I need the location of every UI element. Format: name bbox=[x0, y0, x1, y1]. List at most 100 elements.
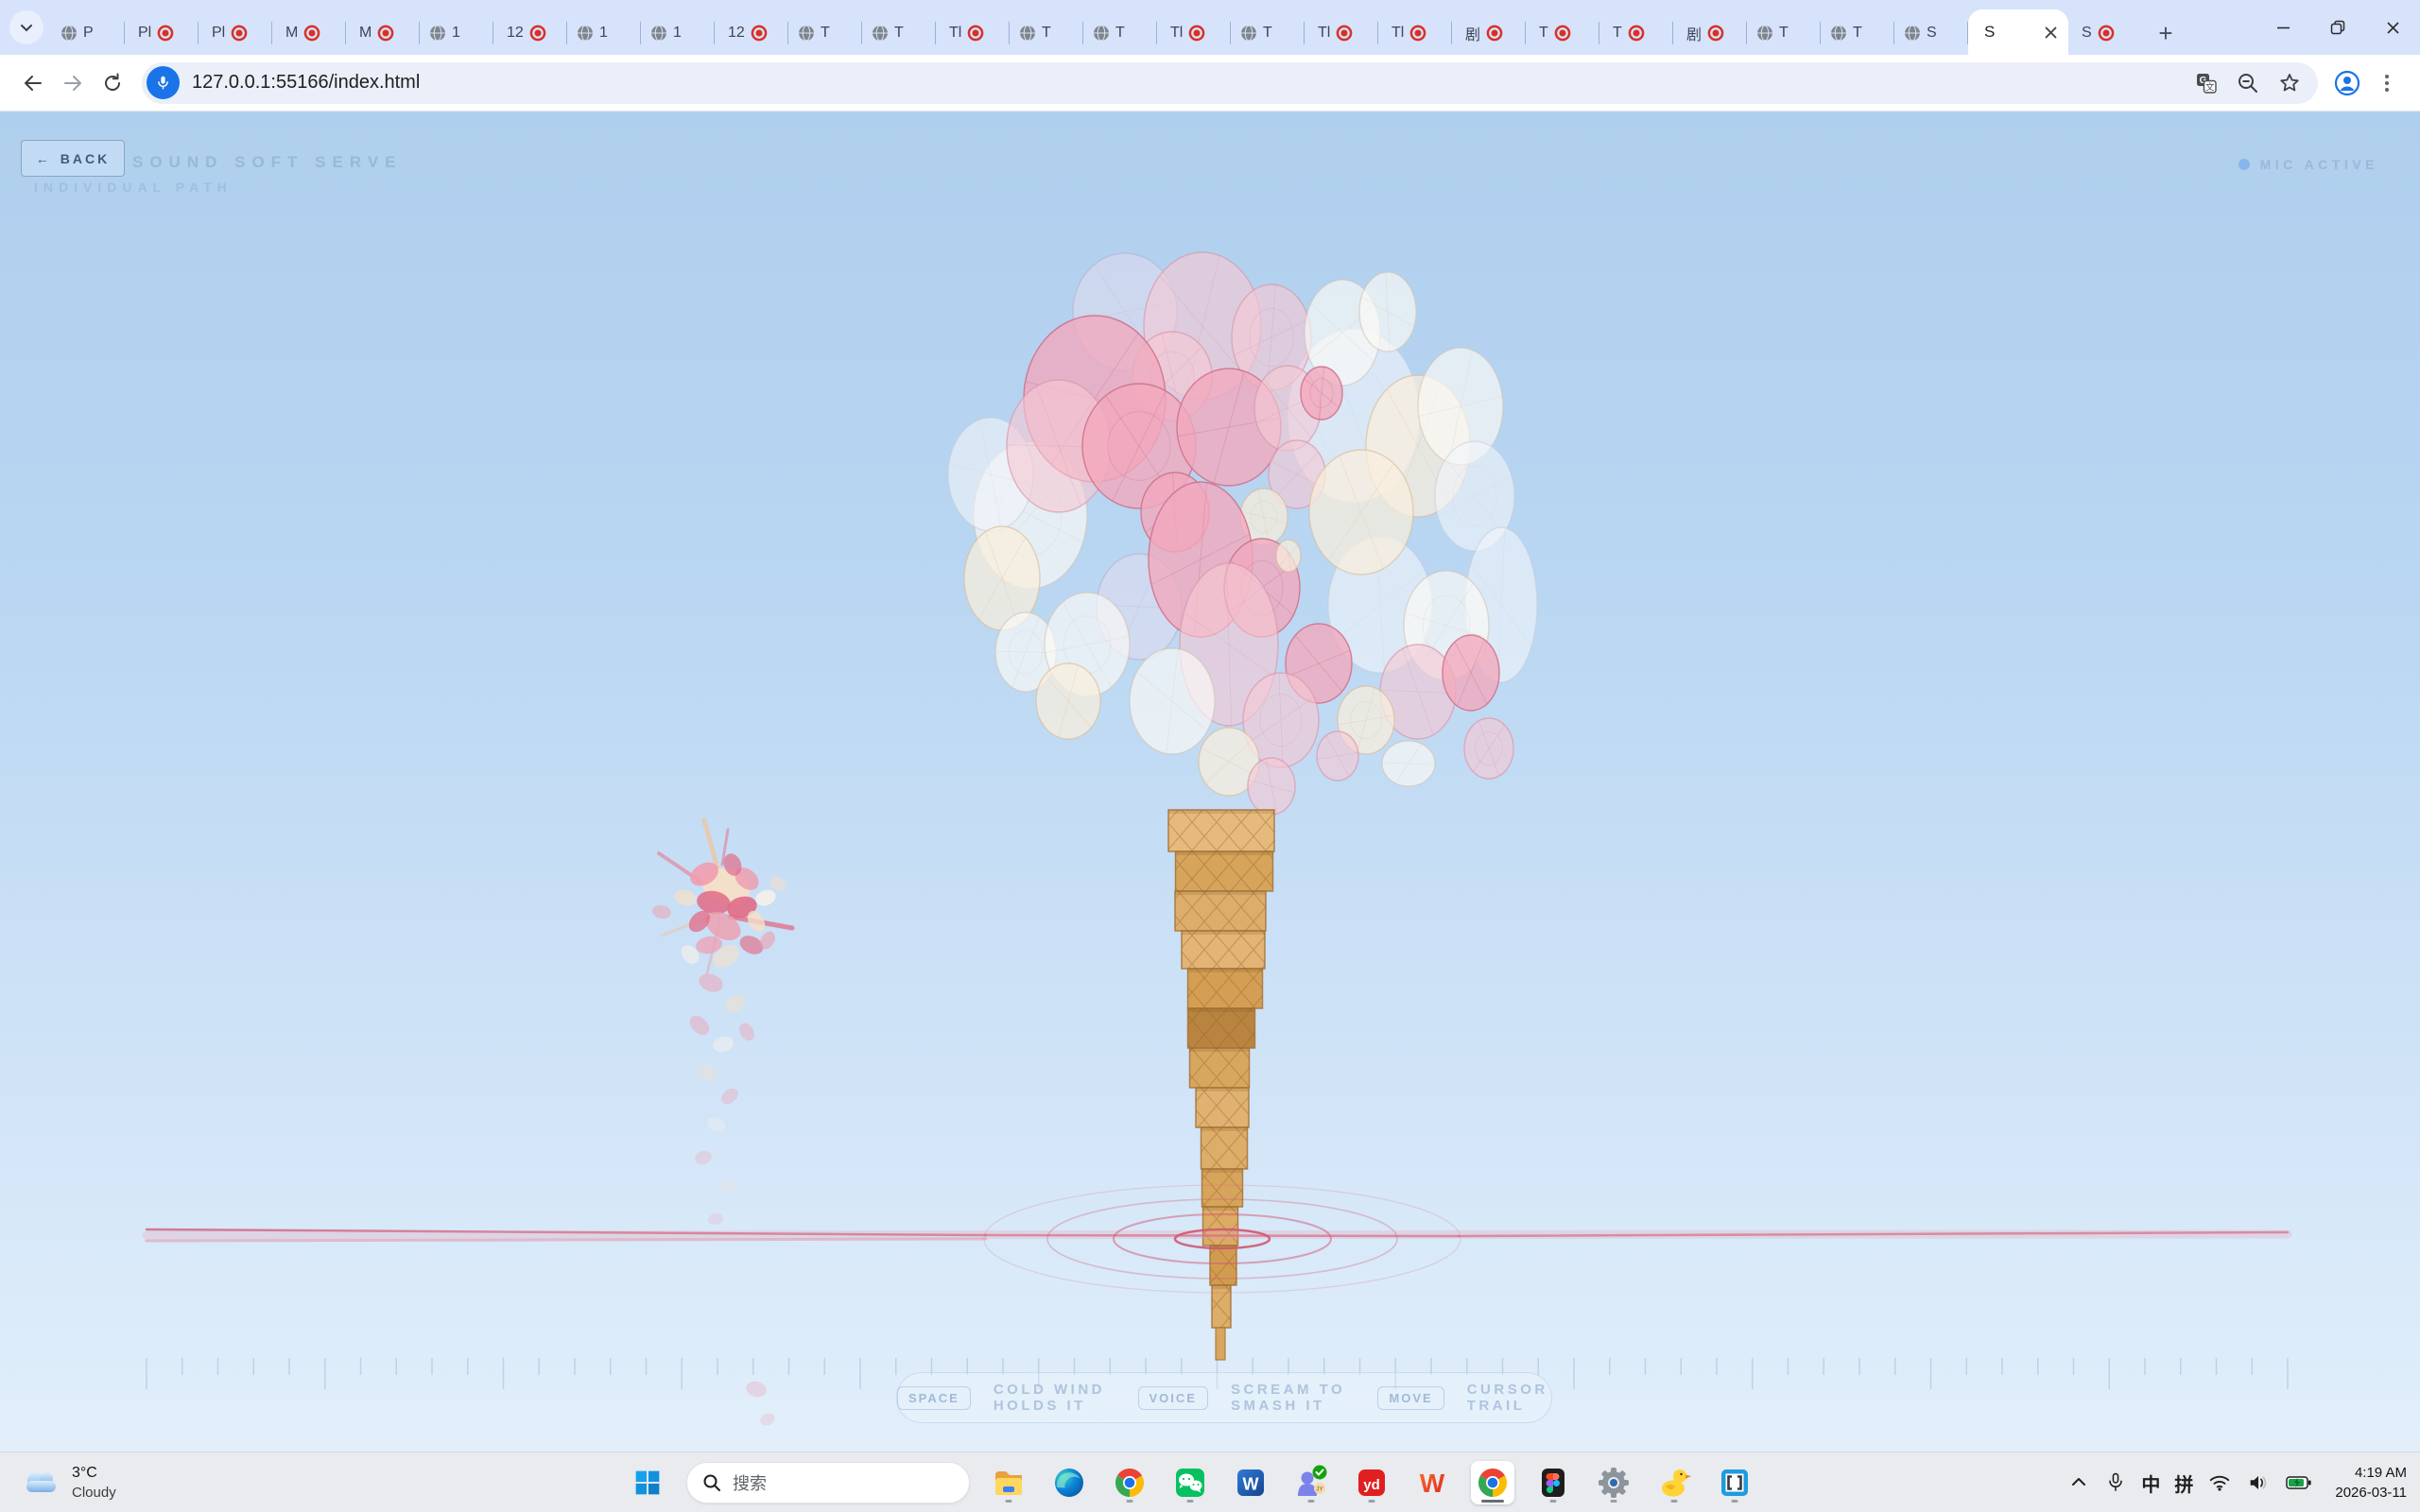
new-tab-button[interactable]: + bbox=[2150, 17, 2182, 49]
youdao-dict-icon: yd bbox=[1353, 1464, 1391, 1502]
taskbar-app-figma[interactable] bbox=[1531, 1461, 1575, 1504]
taskbar-app-word[interactable]: W bbox=[1229, 1461, 1272, 1504]
soft-serve-3d-scene-canvas[interactable] bbox=[0, 112, 2420, 1452]
browser-tab[interactable]: T bbox=[1231, 11, 1305, 55]
browser-tab[interactable]: T bbox=[1083, 11, 1157, 55]
browser-tab[interactable]: M bbox=[346, 11, 420, 55]
browser-tab[interactable]: Tl bbox=[1378, 11, 1452, 55]
browser-tab[interactable]: 剧 bbox=[1452, 11, 1526, 55]
reload-button[interactable] bbox=[93, 63, 132, 103]
back-arrow-icon: ← bbox=[36, 151, 52, 166]
site-mic-permission-indicator[interactable] bbox=[147, 66, 180, 99]
globe-favicon-icon bbox=[428, 24, 447, 43]
avatar-icon bbox=[2334, 70, 2360, 96]
record-favicon-icon bbox=[750, 24, 769, 43]
browser-tab[interactable]: P bbox=[51, 11, 125, 55]
browser-tab-active[interactable]: S bbox=[1968, 9, 2068, 55]
globe-favicon-icon bbox=[1903, 24, 1922, 43]
globe-favicon-icon bbox=[797, 24, 816, 43]
ime-mode-button[interactable]: 拼 bbox=[2174, 1469, 2193, 1497]
browser-tab[interactable]: S bbox=[2068, 11, 2142, 55]
svg-text:W: W bbox=[1243, 1475, 1259, 1494]
browser-tab[interactable]: Pl bbox=[199, 11, 272, 55]
browser-tab[interactable]: Pl bbox=[125, 11, 199, 55]
record-favicon-icon bbox=[1553, 24, 1572, 43]
browser-tab[interactable]: 剧 bbox=[1673, 11, 1747, 55]
taskbar-clock[interactable]: 4:19 AM 2026-03-11 bbox=[2335, 1463, 2407, 1503]
browser-toolbar: 127.0.0.1:55166/index.html G文 bbox=[0, 55, 2420, 112]
volume-button[interactable] bbox=[2246, 1470, 2271, 1495]
address-bar[interactable]: 127.0.0.1:55166/index.html G文 bbox=[142, 62, 2318, 104]
taskbar-app-chrome-active[interactable] bbox=[1471, 1461, 1514, 1504]
windows-taskbar: 3°C Cloudy 搜索 W JY yd W 中 bbox=[0, 1452, 2420, 1512]
browser-tab[interactable]: 1 bbox=[420, 11, 493, 55]
taskbar-app-settings[interactable] bbox=[1592, 1461, 1635, 1504]
taskbar-app-wechat[interactable] bbox=[1168, 1461, 1212, 1504]
browser-tab[interactable]: T bbox=[1599, 11, 1673, 55]
search-placeholder: 搜索 bbox=[733, 1470, 767, 1495]
window-restore-button[interactable] bbox=[2310, 0, 2365, 55]
page-title-line2: INDIVIDUAL PATH bbox=[34, 180, 233, 195]
browser-tab[interactable]: T bbox=[788, 11, 862, 55]
browser-tab[interactable]: 1 bbox=[567, 11, 641, 55]
figma-icon bbox=[1534, 1464, 1572, 1502]
page-title-line1: SOUND SOFT SERVE bbox=[132, 153, 403, 172]
browser-tab[interactable]: Tl bbox=[1157, 11, 1231, 55]
url-text[interactable]: 127.0.0.1:55166/index.html bbox=[192, 72, 2195, 94]
chrome-icon bbox=[1111, 1464, 1149, 1502]
browser-tab[interactable]: Tl bbox=[936, 11, 1010, 55]
bookmark-star-icon[interactable] bbox=[2278, 72, 2301, 94]
profile-avatar-button[interactable] bbox=[2327, 63, 2367, 103]
browser-menu-button[interactable] bbox=[2367, 63, 2407, 103]
browser-tab[interactable]: Tl bbox=[1305, 11, 1378, 55]
chevron-up-icon bbox=[2067, 1471, 2090, 1494]
taskbar-app-youdao[interactable]: yd bbox=[1350, 1461, 1393, 1504]
record-favicon-icon bbox=[302, 24, 321, 43]
browser-tab[interactable]: 1 bbox=[641, 11, 715, 55]
taskbar-app-chrome[interactable] bbox=[1108, 1461, 1151, 1504]
start-button[interactable] bbox=[626, 1461, 669, 1504]
tray-overflow-chevron-button[interactable] bbox=[2067, 1471, 2090, 1494]
battery-status-button[interactable] bbox=[2285, 1470, 2313, 1495]
wifi-icon bbox=[2207, 1470, 2232, 1495]
browser-tab[interactable]: T bbox=[1010, 11, 1083, 55]
window-minimize-button[interactable] bbox=[2256, 0, 2310, 55]
browser-tab[interactable]: 12 bbox=[715, 11, 788, 55]
globe-favicon-icon bbox=[649, 24, 668, 43]
wechat-icon bbox=[1171, 1464, 1209, 1502]
browser-tab[interactable]: T bbox=[1747, 11, 1821, 55]
browser-tab[interactable]: T bbox=[1821, 11, 1894, 55]
ime-language-button[interactable]: 中 bbox=[2141, 1469, 2160, 1497]
weather-widget[interactable]: 3°C Cloudy bbox=[21, 1457, 116, 1508]
browser-tab[interactable]: 12 bbox=[493, 11, 567, 55]
taskbar-app-brackets[interactable] bbox=[1713, 1461, 1756, 1504]
globe-favicon-icon bbox=[1829, 24, 1848, 43]
hint-label: COLD WIND HOLDS IT bbox=[994, 1382, 1115, 1414]
back-nav-button[interactable] bbox=[13, 63, 53, 103]
browser-tab[interactable]: T bbox=[1526, 11, 1599, 55]
taskbar-app-edge[interactable] bbox=[1047, 1461, 1091, 1504]
record-favicon-icon bbox=[1335, 24, 1354, 43]
tab-search-chevron-button[interactable] bbox=[9, 10, 43, 44]
tray-microphone-button[interactable] bbox=[2104, 1471, 2127, 1494]
wifi-status-button[interactable] bbox=[2207, 1470, 2232, 1495]
translate-icon[interactable]: G文 bbox=[2195, 72, 2218, 94]
browser-tab[interactable]: T bbox=[862, 11, 936, 55]
taskbar-search-box[interactable]: 搜索 bbox=[686, 1462, 970, 1503]
record-favicon-icon bbox=[966, 24, 985, 43]
globe-favicon-icon bbox=[1755, 24, 1774, 43]
browser-tab[interactable]: S bbox=[1894, 11, 1968, 55]
browser-tab[interactable]: M bbox=[272, 11, 346, 55]
hint-key-badge: VOICE bbox=[1138, 1386, 1208, 1410]
zoom-out-icon[interactable] bbox=[2237, 72, 2259, 94]
taskbar-app-file-explorer[interactable] bbox=[987, 1461, 1030, 1504]
tab-close-icon[interactable] bbox=[2045, 26, 2057, 39]
window-close-button[interactable] bbox=[2365, 0, 2420, 55]
page-back-button[interactable]: ← BACK bbox=[21, 140, 125, 177]
record-favicon-icon bbox=[1485, 24, 1504, 43]
taskbar-app-wps[interactable]: W bbox=[1410, 1461, 1454, 1504]
record-favicon-icon bbox=[1187, 24, 1206, 43]
taskbar-app-duck[interactable] bbox=[1652, 1461, 1696, 1504]
taskbar-app-teams[interactable]: JY bbox=[1289, 1461, 1333, 1504]
forward-nav-button[interactable] bbox=[53, 63, 93, 103]
